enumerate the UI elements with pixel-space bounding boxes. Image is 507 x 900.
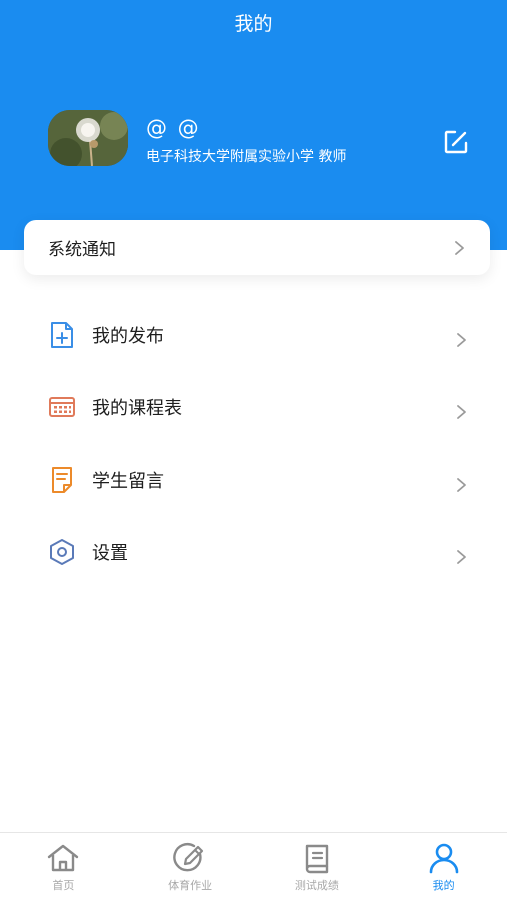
- edit-profile-button[interactable]: [442, 128, 470, 156]
- tab-mine[interactable]: 我的: [380, 833, 507, 900]
- bottom-tab-bar: 首页 体育作业 测试成绩 我的: [0, 832, 507, 900]
- tab-test-scores[interactable]: 测试成绩: [254, 833, 381, 900]
- system-notice-item[interactable]: 系统通知: [24, 220, 490, 275]
- menu-item-settings[interactable]: 设置: [48, 532, 468, 572]
- tab-label: 体育作业: [168, 879, 213, 892]
- chevron-right-icon: [455, 240, 464, 255]
- avatar[interactable]: [48, 110, 128, 166]
- tab-pe-homework[interactable]: 体育作业: [127, 833, 254, 900]
- person-icon: [427, 841, 461, 875]
- menu-item-label: 我的课程表: [92, 398, 182, 419]
- user-nickname: @ @: [146, 116, 201, 140]
- chevron-right-icon: [457, 478, 466, 492]
- chevron-right-icon: [457, 333, 466, 347]
- tab-label: 我的: [432, 879, 455, 892]
- menu-item-my-timetable[interactable]: 我的课程表: [48, 387, 468, 427]
- user-description: 电子科技大学附属实验小学 教师: [146, 149, 347, 165]
- edit-icon: [444, 130, 468, 154]
- chevron-right-icon: [457, 550, 466, 564]
- profile-header: 我的 @ @ 电子科技大学附属实验小学 教师: [0, 0, 507, 250]
- tab-label: 测试成绩: [294, 879, 339, 892]
- note-icon: [48, 466, 76, 494]
- document-add-icon: [48, 321, 76, 349]
- menu-item-student-messages[interactable]: 学生留言: [48, 460, 468, 500]
- hexagon-settings-icon: [48, 538, 76, 566]
- menu-item-label: 学生留言: [92, 471, 164, 492]
- chevron-right-icon: [457, 405, 466, 419]
- tab-label: 首页: [52, 879, 75, 892]
- system-notice-label: 系统通知: [48, 240, 116, 260]
- pencil-circle-icon: [173, 841, 207, 875]
- menu-item-label: 我的发布: [92, 326, 164, 347]
- menu-item-my-posts[interactable]: 我的发布: [48, 315, 468, 355]
- book-icon: [300, 841, 334, 875]
- tab-home[interactable]: 首页: [0, 833, 127, 900]
- menu-item-label: 设置: [92, 543, 128, 564]
- calendar-icon: [48, 393, 76, 421]
- home-icon: [46, 841, 80, 875]
- avatar-photo: [48, 110, 128, 166]
- page-title: 我的: [234, 13, 273, 35]
